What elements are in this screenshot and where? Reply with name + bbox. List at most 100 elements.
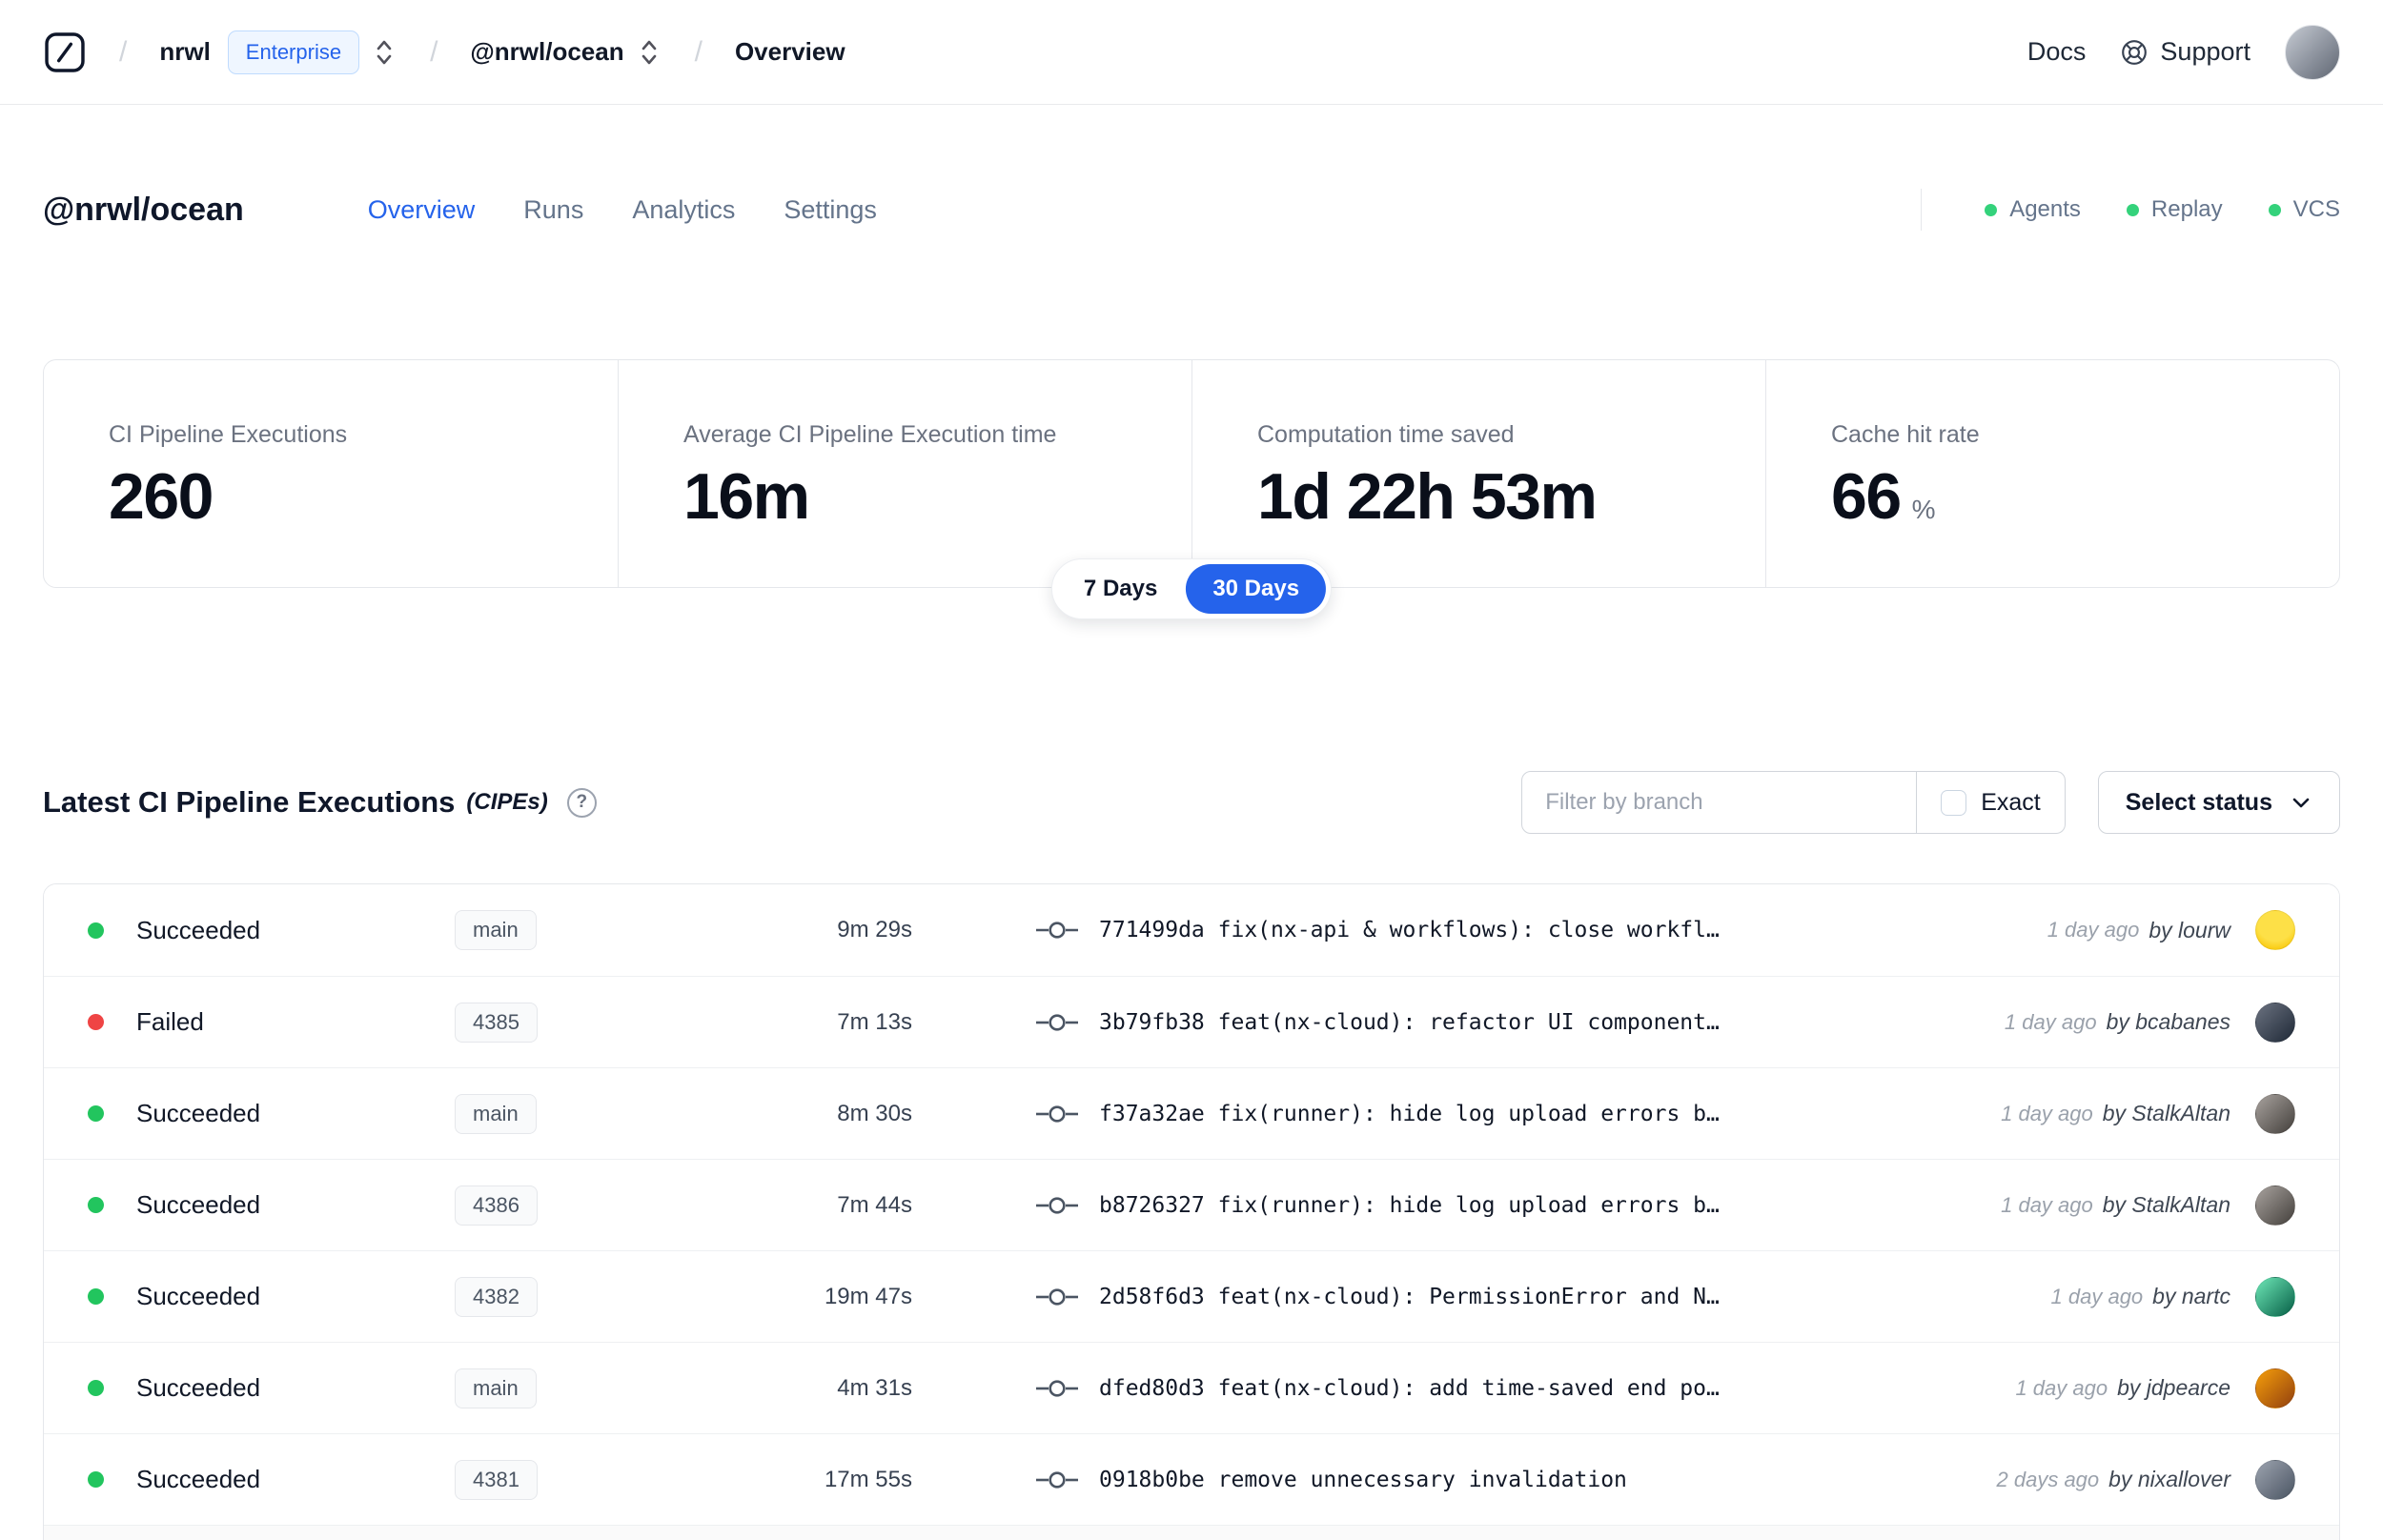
duration-label: 8m 30s [837, 1100, 912, 1126]
stat-suffix: % [1911, 495, 1936, 524]
breadcrumb-separator: / [430, 35, 438, 68]
commit-cell: 3b79fb38 feat(nx-cloud): refactor UI com… [1036, 1010, 1966, 1035]
stat-card-computation-time-saved: Computation time saved 1d 22h 53m [1192, 360, 1765, 587]
range-30-days-button[interactable]: 30 Days [1186, 564, 1327, 614]
branch-badge[interactable]: 4382 [455, 1276, 538, 1317]
git-commit-icon [1036, 922, 1078, 939]
cipe-table: Succeeded main 9m 29s 771499da fix(nx-ap… [43, 883, 2340, 1540]
indicator-agents[interactable]: Agents [1985, 196, 2081, 223]
avatar [2255, 1185, 2295, 1226]
org-switcher-chevrons-icon[interactable] [371, 33, 397, 71]
tab-analytics[interactable]: Analytics [632, 195, 735, 225]
table-row[interactable]: Succeeded 4386 7m 44s b8726327 fix(runne… [44, 1159, 2339, 1250]
commit-link[interactable]: b8726327 fix(runner): hide log upload er… [1099, 1193, 1720, 1218]
status-dot [2126, 203, 2139, 216]
indicator-vcs[interactable]: VCS [2268, 196, 2340, 223]
breadcrumb-org[interactable]: nrwl [159, 37, 210, 67]
stat-card-average-execution-time: Average CI Pipeline Execution time 16m [618, 360, 1192, 587]
branch-badge[interactable]: 4385 [455, 1002, 538, 1043]
tab-overview[interactable]: Overview [368, 195, 476, 225]
breadcrumb-separator: / [119, 35, 128, 68]
row-meta: 1 day ago by lourw [2047, 918, 2230, 943]
stat-label: Average CI Pipeline Execution time [683, 421, 1057, 448]
cipe-title-suffix: (CIPEs) [466, 789, 548, 815]
status-cell: Succeeded [88, 1465, 455, 1494]
user-avatar[interactable] [2285, 24, 2340, 80]
commit-link[interactable]: dfed80d3 feat(nx-cloud): add time-saved … [1099, 1376, 1720, 1401]
docs-link[interactable]: Docs [2027, 37, 2087, 67]
status-cell: Succeeded [88, 916, 455, 945]
status-dot [88, 1471, 104, 1488]
git-commit-icon [1036, 1287, 1078, 1306]
duration-label: 4m 31s [837, 1374, 912, 1401]
status-dot [88, 1014, 104, 1030]
breadcrumb-workspace[interactable]: @nrwl/ocean [470, 37, 623, 67]
indicator-label: Replay [2150, 196, 2223, 222]
avatar [2255, 1002, 2295, 1043]
status-cell: Succeeded [88, 1099, 455, 1128]
status-dot [1985, 203, 1998, 216]
breadcrumb-separator: / [694, 35, 703, 68]
avatar [2255, 1093, 2295, 1134]
help-icon[interactable]: ? [566, 787, 597, 818]
row-author: by StalkAltan [2102, 1192, 2230, 1217]
commit-link[interactable]: 2d58f6d3 feat(nx-cloud): PermissionError… [1099, 1285, 1720, 1309]
branch-badge[interactable]: main [455, 910, 537, 950]
branch-badge[interactable]: 4386 [455, 1185, 538, 1226]
stat-label: Computation time saved [1257, 421, 1515, 448]
git-commit-icon [1036, 1104, 1078, 1123]
indicator-replay[interactable]: Replay [2126, 196, 2223, 223]
git-commit-icon [1036, 1379, 1078, 1397]
table-row[interactable]: Succeeded main 4m 31s dfed80d3 feat(nx-c… [44, 1342, 2339, 1433]
status-label: Succeeded [136, 1373, 261, 1402]
select-status-dropdown[interactable]: Select status [2097, 771, 2340, 834]
status-dot [88, 922, 104, 939]
branch-badge[interactable]: 4381 [455, 1459, 538, 1500]
stat-value: 1d 22h 53m [1257, 460, 1598, 533]
workspace-title: @nrwl/ocean [43, 191, 244, 228]
nx-cloud-logo-icon[interactable] [43, 30, 87, 74]
tab-settings[interactable]: Settings [784, 195, 877, 225]
status-cell: Succeeded [88, 1282, 455, 1311]
status-label: Succeeded [136, 915, 261, 944]
commit-link[interactable]: 771499da fix(nx-api & workflows): close … [1099, 918, 1720, 942]
commit-link[interactable]: 0918b0be remove unnecessary invalidation [1099, 1468, 1627, 1492]
commit-cell: b8726327 fix(runner): hide log upload er… [1036, 1193, 1963, 1218]
branch-filter-group: Exact [1521, 771, 2066, 834]
commit-link[interactable]: f37a32ae fix(runner): hide log upload er… [1099, 1102, 1720, 1126]
support-label: Support [2160, 37, 2251, 66]
branch-cell: main [455, 910, 698, 950]
status-label: Succeeded [136, 1282, 261, 1310]
enterprise-badge[interactable]: Enterprise [227, 30, 360, 74]
row-time: 1 day ago [2015, 1375, 2108, 1400]
exact-checkbox[interactable] [1941, 789, 1967, 816]
row-meta: 1 day ago by StalkAltan [2001, 1192, 2230, 1218]
commit-link[interactable]: 3b79fb38 feat(nx-cloud): refactor UI com… [1099, 1010, 1720, 1035]
commit-cell: 771499da fix(nx-api & workflows): close … [1036, 918, 2009, 942]
breadcrumb-page[interactable]: Overview [735, 37, 845, 67]
branch-cell: 4382 [455, 1276, 698, 1317]
branch-cell: 4381 [455, 1459, 698, 1500]
table-row[interactable]: Succeeded main 8m 30s f37a32ae fix(runne… [44, 1067, 2339, 1159]
branch-filter-input[interactable] [1521, 771, 1918, 834]
tab-runs[interactable]: Runs [523, 195, 583, 225]
row-time: 1 day ago [2001, 1101, 2093, 1125]
table-row[interactable]: Succeeded 4381 17m 55s 0918b0be remove u… [44, 1433, 2339, 1525]
status-dot [88, 1380, 104, 1396]
status-label: Succeeded [136, 1465, 261, 1493]
divider [1921, 189, 1923, 231]
git-commit-icon [1036, 1470, 1078, 1489]
exact-label: Exact [1981, 788, 2041, 816]
range-7-days-button[interactable]: 7 Days [1057, 564, 1184, 614]
table-row[interactable]: Failed 4385 7m 13s 3b79fb38 feat(nx-clou… [44, 976, 2339, 1067]
branch-badge[interactable]: main [455, 1368, 537, 1408]
indicator-label: Agents [2009, 196, 2081, 222]
table-row[interactable]: Succeeded 4382 19m 47s 2d58f6d3 feat(nx-… [44, 1250, 2339, 1342]
branch-badge[interactable]: main [455, 1093, 537, 1134]
support-link[interactable]: Support [2120, 37, 2251, 67]
avatar [2255, 1459, 2295, 1500]
status-cell: Failed [88, 1007, 455, 1037]
workspace-switcher-chevrons-icon[interactable] [636, 33, 662, 71]
table-row[interactable]: Succeeded main 9m 29s 771499da fix(nx-ap… [44, 884, 2339, 976]
table-row-partial[interactable] [44, 1525, 2339, 1540]
